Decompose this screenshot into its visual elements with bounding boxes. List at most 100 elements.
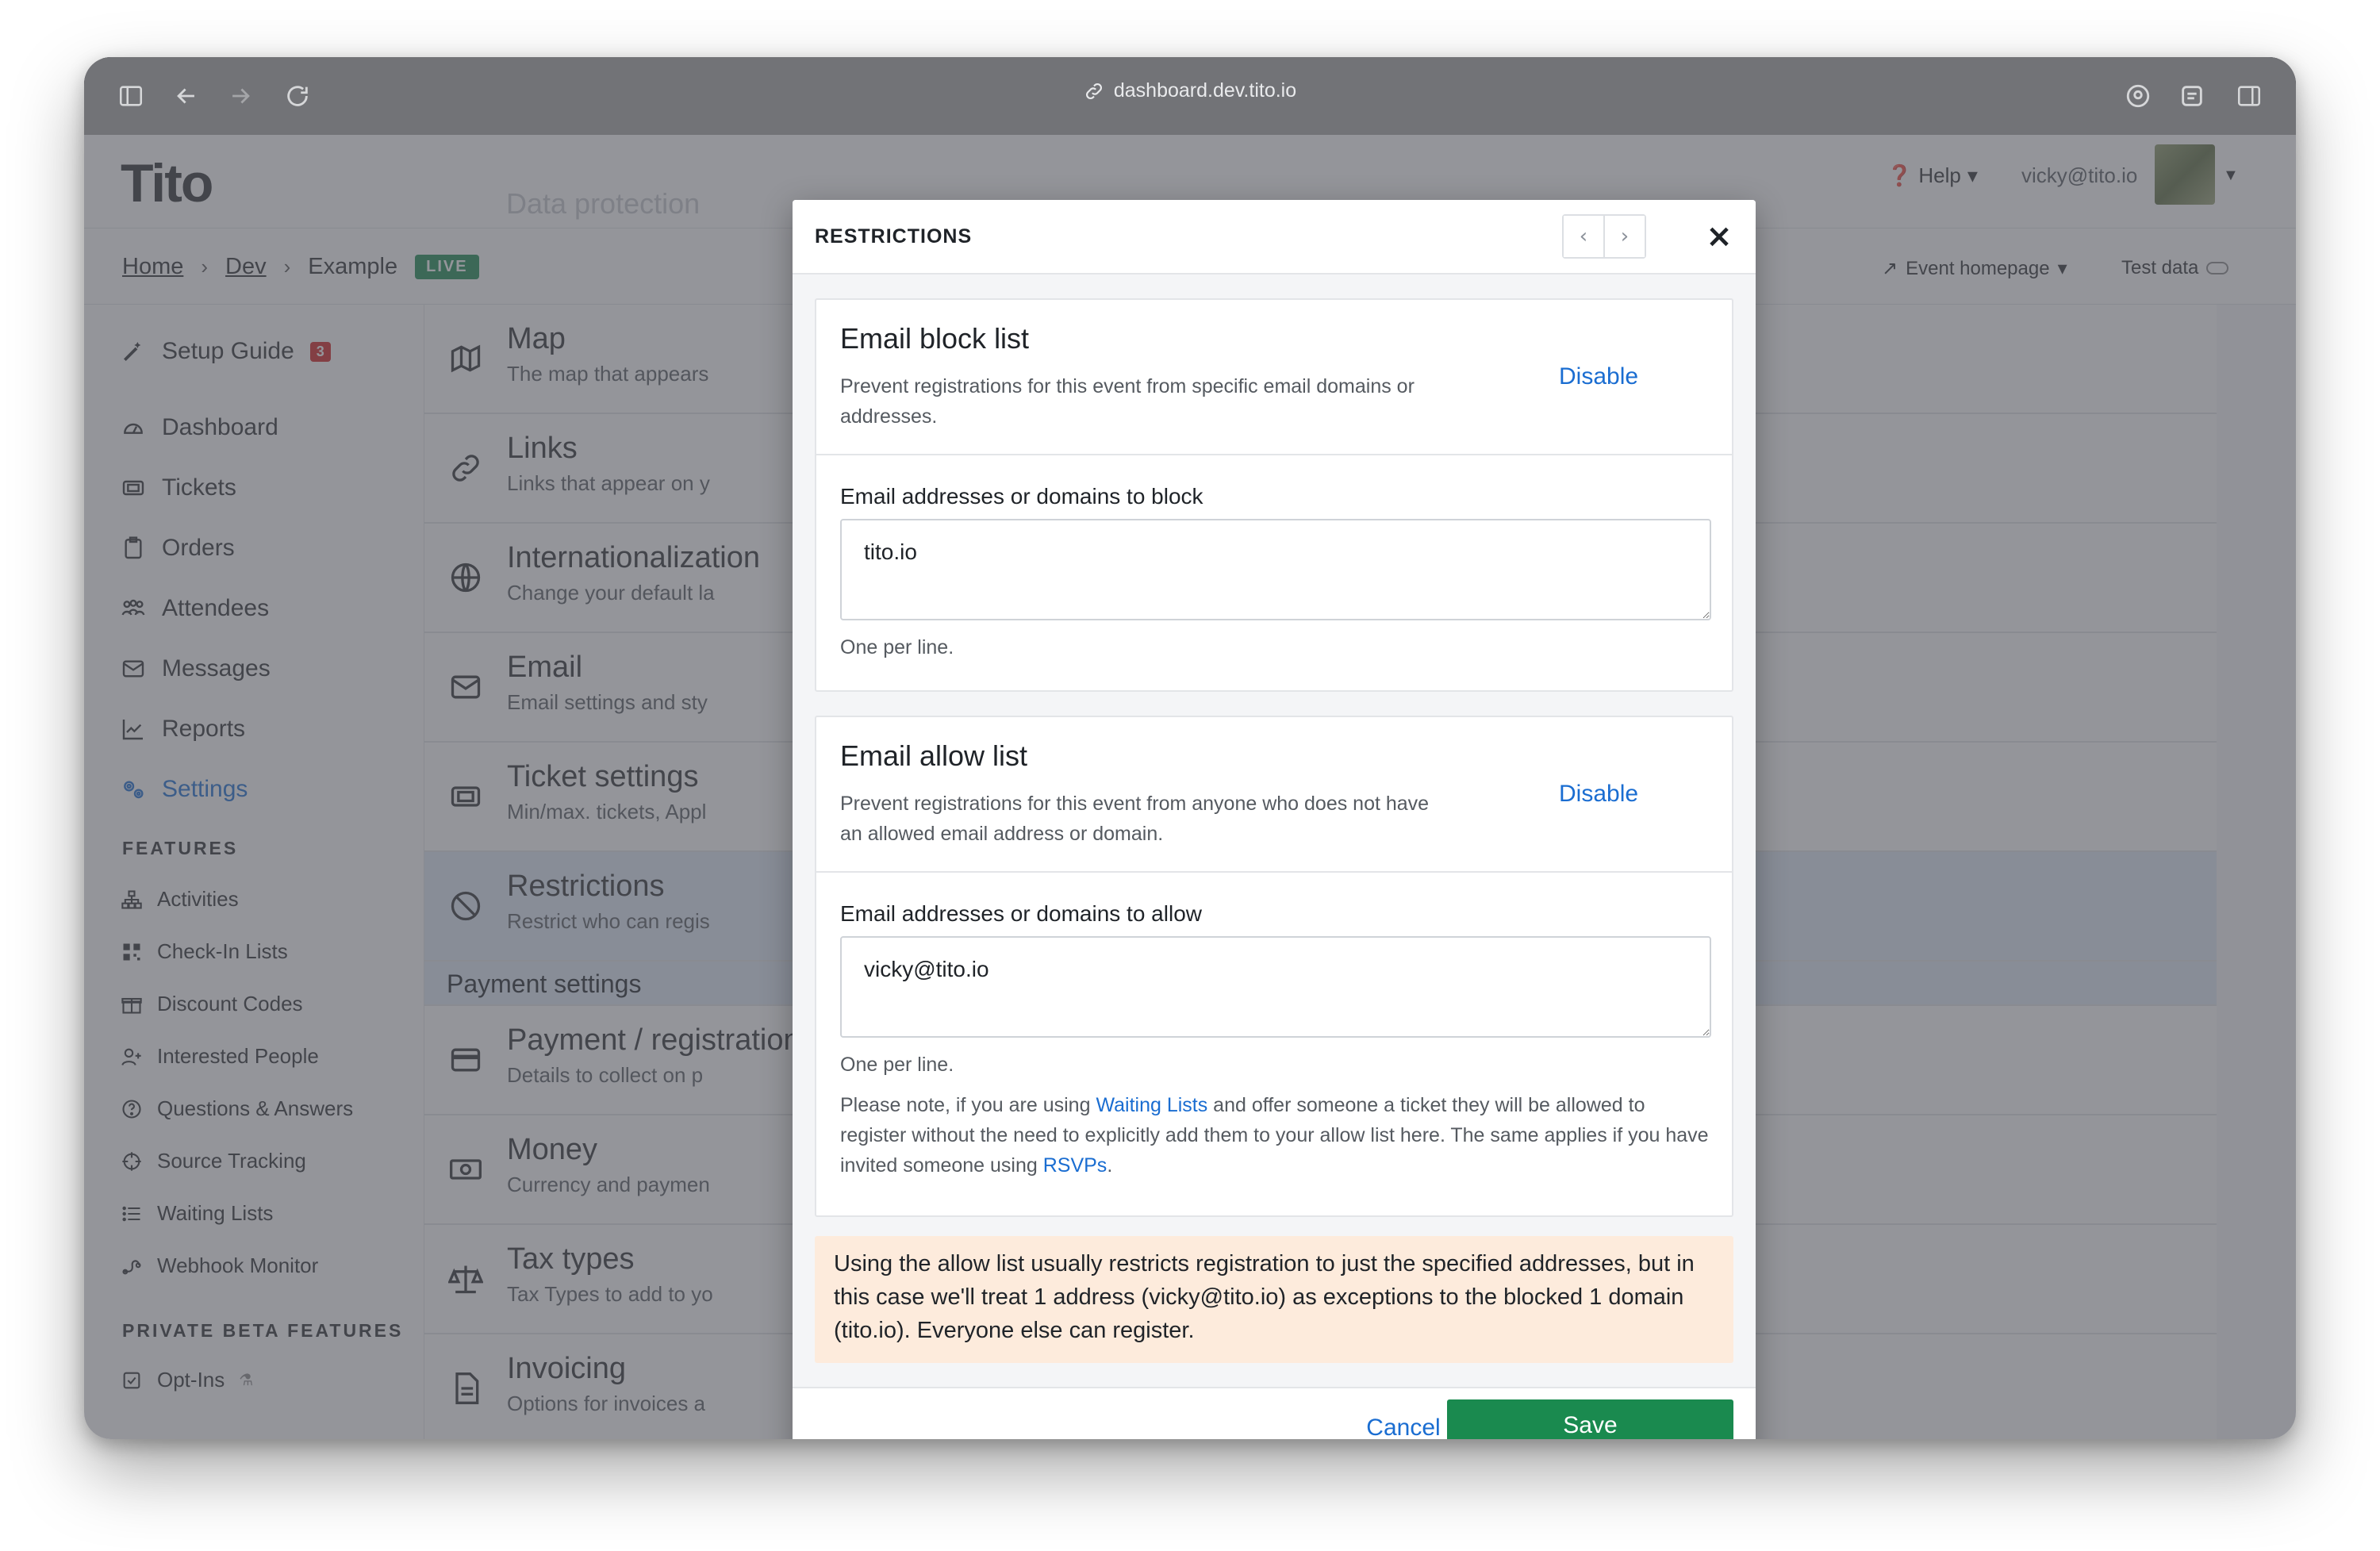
chevron-right-icon[interactable]: › bbox=[1603, 216, 1645, 257]
modal-footer: Cancel Save bbox=[793, 1387, 1756, 1439]
caret-down-icon[interactable]: ▼ bbox=[2223, 167, 2239, 185]
chevron-right-icon: › bbox=[201, 255, 209, 278]
credit-card-icon bbox=[451, 1048, 481, 1072]
warning-alert: Using the allow list usually restricts r… bbox=[815, 1236, 1733, 1363]
sidebar-item-label: Orders bbox=[162, 535, 235, 561]
row-title: Restrictions bbox=[507, 870, 665, 903]
modal-header: RESTRICTIONS ‹ › × bbox=[793, 200, 1756, 274]
rsvps-link[interactable]: RSVPs bbox=[1043, 1154, 1107, 1177]
sidebar: Setup Guide 3 Dashboard Tickets Orders A… bbox=[84, 305, 424, 1439]
chart-icon bbox=[122, 720, 143, 740]
clipboard-icon bbox=[125, 536, 142, 559]
row-description: Change your default la bbox=[507, 581, 715, 605]
breadcrumb: Home › Dev › Example LIVE bbox=[122, 254, 479, 280]
address-bar[interactable]: dashboard.dev.tito.io bbox=[84, 79, 2296, 102]
qrcode-icon bbox=[123, 943, 140, 960]
sidebar-item-questions-answers[interactable]: Questions & Answers bbox=[121, 1096, 353, 1121]
gauge-icon bbox=[124, 423, 143, 434]
url-text: dashboard.dev.tito.io bbox=[1113, 79, 1297, 102]
sidebar-item-messages[interactable]: Messages bbox=[121, 655, 271, 682]
breadcrumb-home[interactable]: Home bbox=[122, 254, 183, 280]
sidebar-item-webhook-monitor[interactable]: Webhook Monitor bbox=[121, 1253, 318, 1278]
caret-down-icon: ▾ bbox=[2057, 258, 2067, 279]
private-beta-heading: PRIVATE BETA FEATURES bbox=[122, 1320, 404, 1341]
sidebar-item-waiting-lists[interactable]: Waiting Lists bbox=[121, 1201, 273, 1226]
caret-down-icon: ▾ bbox=[1967, 163, 1978, 187]
sidebar-item-label: Tickets bbox=[162, 474, 236, 501]
sidebar-item-setup-guide[interactable]: Setup Guide 3 bbox=[121, 338, 331, 365]
row-description: Email settings and sty bbox=[507, 690, 708, 714]
sidebar-item-source-tracking[interactable]: Source Tracking bbox=[121, 1149, 306, 1173]
sidebar-item-check-in-lists[interactable]: Check-In Lists bbox=[121, 939, 288, 964]
block-field-label: Email addresses or domains to block bbox=[840, 484, 1203, 509]
waiting-lists-link[interactable]: Waiting Lists bbox=[1096, 1094, 1207, 1116]
row-description: Min/max. tickets, Appl bbox=[507, 800, 707, 823]
row-title: Ticket settings bbox=[507, 760, 699, 793]
sidebar-item-activities[interactable]: Activities bbox=[121, 887, 239, 912]
split-view-icon[interactable] bbox=[2236, 83, 2263, 109]
sidebar-item-label: Webhook Monitor bbox=[157, 1253, 319, 1277]
ticket-icon bbox=[451, 786, 481, 807]
chevron-left-icon[interactable]: ‹ bbox=[1564, 216, 1603, 257]
row-description: Currency and paymen bbox=[507, 1173, 710, 1196]
modal-title: RESTRICTIONS bbox=[815, 225, 973, 248]
note-text: Please note, if you are using bbox=[840, 1094, 1096, 1116]
sidebar-item-label: Dashboard bbox=[162, 414, 278, 440]
allow-field-label: Email addresses or domains to allow bbox=[840, 901, 1202, 926]
count-badge: 3 bbox=[309, 341, 331, 362]
sidebar-item-reports[interactable]: Reports bbox=[121, 716, 245, 743]
checkbox-icon bbox=[123, 1372, 140, 1388]
allow-list-title: Email allow list bbox=[840, 739, 1028, 772]
external-link-icon: ↗ bbox=[1882, 258, 1898, 279]
extension-icon[interactable] bbox=[2125, 83, 2152, 109]
browser-window: dashboard.dev.tito.io Tito Data protecti… bbox=[84, 57, 2296, 1439]
sidebar-item-orders[interactable]: Orders bbox=[121, 535, 235, 562]
question-icon bbox=[122, 1099, 141, 1119]
sidebar-item-opt-ins[interactable]: Opt-Ins ⚗ bbox=[121, 1368, 253, 1392]
row-description: Restrict who can regis bbox=[507, 909, 710, 933]
envelope-icon bbox=[122, 660, 144, 678]
row-description: Links that appear on y bbox=[507, 471, 710, 495]
money-icon bbox=[450, 1159, 482, 1180]
event-homepage-button[interactable]: ↗ Event homepage ▾ bbox=[1882, 257, 2067, 280]
reader-icon[interactable] bbox=[2178, 83, 2205, 109]
allow-list-description: Prevent registrations for this event fro… bbox=[840, 793, 1430, 845]
block-list-description: Prevent registrations for this event fro… bbox=[840, 375, 1415, 428]
sidebar-item-tickets[interactable]: Tickets bbox=[121, 474, 236, 501]
globe-icon bbox=[451, 562, 481, 593]
gears-icon bbox=[124, 781, 144, 799]
block-help-text: One per line. bbox=[840, 636, 954, 658]
sidebar-item-dashboard[interactable]: Dashboard bbox=[121, 414, 278, 441]
row-title: Tax types bbox=[507, 1242, 635, 1276]
block-list-textarea[interactable]: tito.io bbox=[840, 519, 1711, 620]
link-icon bbox=[452, 455, 479, 482]
avatar[interactable] bbox=[2155, 144, 2215, 205]
sitemap-icon bbox=[121, 889, 142, 909]
user-plus-icon bbox=[121, 1048, 141, 1065]
toggle-switch[interactable] bbox=[2206, 262, 2229, 274]
live-badge: LIVE bbox=[415, 255, 479, 279]
help-menu[interactable]: ❓ Help ▾ bbox=[1887, 163, 1978, 188]
user-email[interactable]: vicky@tito.io bbox=[2021, 163, 2137, 188]
close-icon[interactable]: × bbox=[1703, 221, 1735, 252]
ticket-icon bbox=[122, 480, 144, 496]
chevron-right-icon: › bbox=[283, 255, 291, 278]
test-data-toggle[interactable]: Test data bbox=[2121, 257, 2229, 279]
sidebar-item-label: Opt-Ins bbox=[157, 1368, 225, 1392]
flask-icon: ⚗ bbox=[239, 1372, 254, 1389]
allow-list-textarea[interactable]: vicky@tito.io bbox=[840, 936, 1711, 1038]
disable-block-list-link[interactable]: Disable bbox=[1559, 363, 1638, 390]
disable-allow-list-link[interactable]: Disable bbox=[1559, 781, 1638, 808]
sidebar-item-label: Messages bbox=[162, 655, 271, 681]
sidebar-item-settings[interactable]: Settings bbox=[121, 776, 248, 803]
sidebar-item-discount-codes[interactable]: Discount Codes bbox=[121, 992, 303, 1016]
sidebar-item-attendees[interactable]: Attendees bbox=[121, 595, 269, 622]
question-circle-icon: ❓ bbox=[1887, 163, 1913, 187]
sidebar-item-interested-people[interactable]: Interested People bbox=[121, 1044, 319, 1069]
breadcrumb-dev[interactable]: Dev bbox=[225, 254, 267, 280]
row-description: Details to collect on p bbox=[507, 1063, 704, 1087]
save-button[interactable]: Save bbox=[1447, 1399, 1733, 1439]
gift-icon bbox=[121, 997, 142, 1014]
sidebar-item-label: Waiting Lists bbox=[157, 1201, 274, 1225]
tito-logo[interactable]: Tito bbox=[121, 152, 213, 214]
